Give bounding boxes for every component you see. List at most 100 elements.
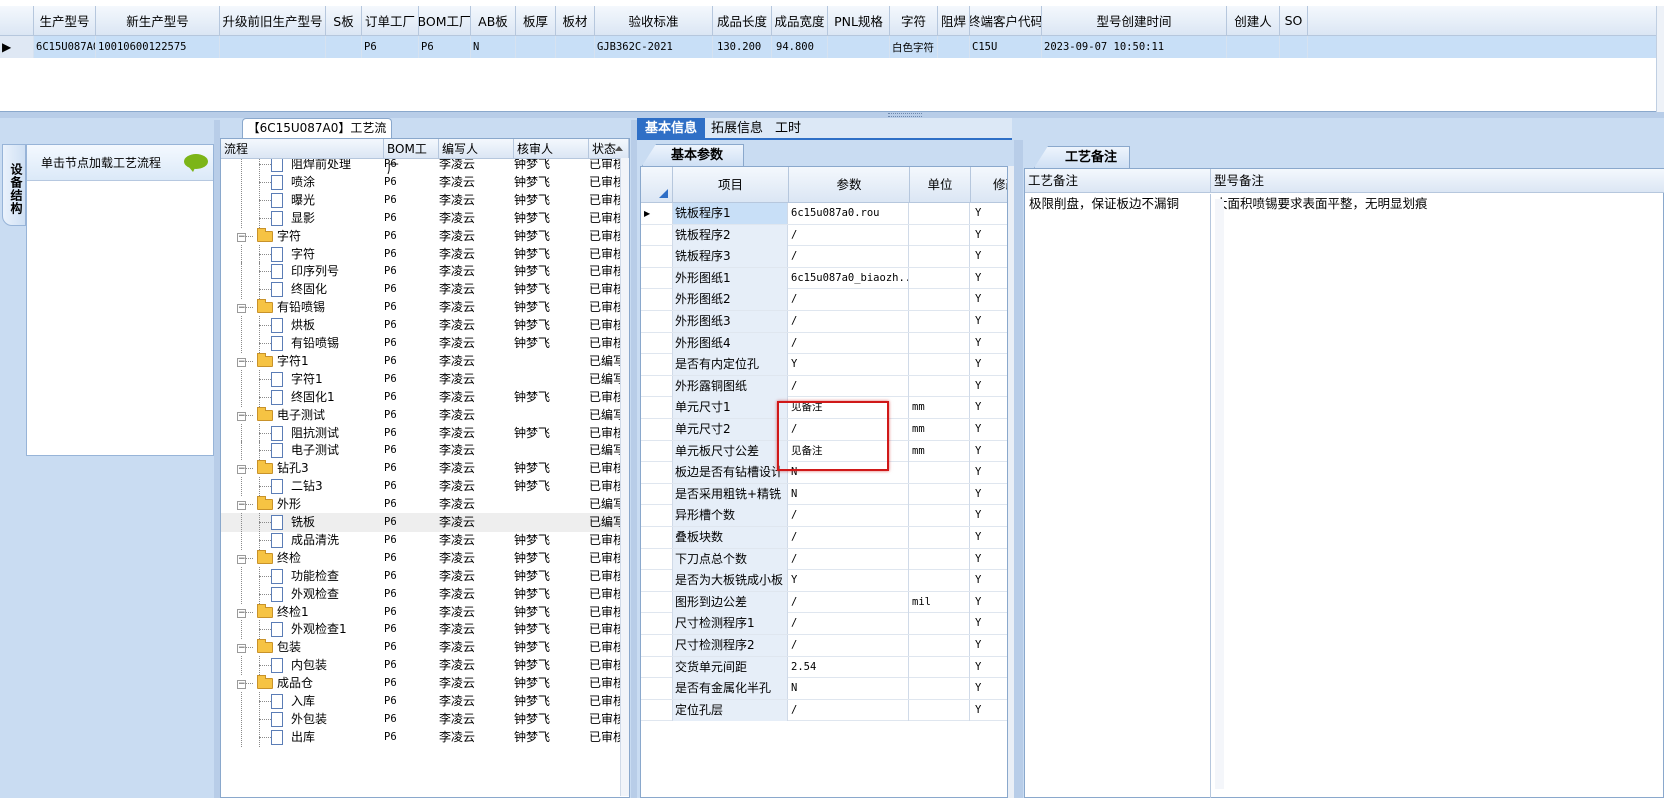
grid-cell[interactable] [1227,36,1280,58]
row-indicator[interactable] [641,635,673,656]
grid-cell[interactable]: N [471,36,516,58]
tree-row[interactable]: 出库 P6 李凌云 钟梦飞 已审核 [221,727,621,747]
collapse-toggle-icon[interactable]: − [237,411,246,421]
tree-col-header[interactable]: 编写人 [439,139,514,159]
col-header[interactable]: 创建人 [1227,6,1280,36]
col-header[interactable]: 字符 [890,6,938,36]
row-indicator[interactable] [641,419,673,440]
param-value[interactable]: / [789,548,909,570]
row-indicator[interactable] [641,570,673,592]
tree-row[interactable]: 外观检查1 P6 李凌云 钟梦飞 已审核 [221,620,621,640]
tree-row[interactable]: 外观检查 P6 李凌云 钟梦飞 已审核 [221,584,621,604]
params-col-header[interactable]: 单位 [910,167,971,203]
param-value[interactable]: 6c15u087a0.rou [789,203,909,224]
param-value[interactable]: / [789,311,909,332]
note-cell-scroll[interactable] [1215,199,1224,789]
params-col-header[interactable]: 参数 [789,167,910,203]
collapse-toggle-icon[interactable]: − [237,357,246,367]
col-header[interactable]: SO [1280,6,1308,36]
row-indicator[interactable] [641,699,673,721]
param-row[interactable]: 外形图纸2/ Y [641,289,1007,311]
param-value[interactable]: / [789,224,909,246]
param-row[interactable]: 是否有金属化半孔 N Y [641,678,1007,700]
param-value[interactable]: Y [789,570,909,592]
grid-cell[interactable]: 10010600122575 [96,36,220,58]
tree-row[interactable]: 有铅喷锡 P6 李凌云 钟梦飞 已审核 [221,334,621,353]
row-indicator[interactable] [641,613,673,635]
tab-process-notes[interactable]: 工艺备注 [1034,146,1130,168]
row-indicator[interactable] [641,289,673,311]
middle-splitter[interactable] [631,120,637,798]
tree-row[interactable]: 字符 P6 李凌云 钟梦飞 已审核 [221,244,621,264]
param-value[interactable]: / [789,246,909,268]
grid-cell[interactable] [556,36,595,58]
grid-cell[interactable]: 白色字符 [890,36,938,58]
tree-row[interactable]: 曝光 P6 李凌云 钟梦飞 已审核 [221,190,621,210]
grid-cell[interactable]: P6 [419,36,471,58]
param-value[interactable]: 6c15u087a0_biaozh... [789,267,909,289]
tree-row[interactable]: 喷涂 P6 李凌云 钟梦飞 已审核 [221,172,621,192]
param-row[interactable]: 外形图纸4/ Y [641,332,1007,355]
param-row[interactable]: 是否采用粗铣+精铣 N Y [641,483,1007,506]
row-indicator[interactable] [641,224,673,246]
row-indicator[interactable] [641,591,673,613]
tab-extended-info[interactable]: 拓展信息 [703,118,771,140]
tree-row[interactable]: 成品清洗 P6 李凌云 钟梦飞 已审核 [221,530,621,550]
tree-row[interactable]: 阻抗测试 P6 李凌云 钟梦飞 已审核 [221,423,621,443]
row-indicator[interactable]: ▶ [641,203,673,224]
param-row[interactable]: 叠板块数 / Y [641,527,1007,549]
tree-row[interactable]: − 有铅喷锡 P6 李凌云 钟梦飞 已审核 [221,298,621,317]
collapse-toggle-icon[interactable]: − [237,465,246,475]
tree-row[interactable]: − 包装 P6 李凌云 钟梦飞 已审核 [221,638,621,657]
tree-row[interactable]: 印序列号 P6 李凌云 钟梦飞 已审核 [221,262,621,282]
col-header[interactable]: 生产型号 [34,6,96,36]
splitter-grip-icon[interactable] [888,113,922,117]
grid-cell[interactable] [938,36,970,58]
param-row[interactable]: 尺寸检测程序1/ Y [641,613,1007,635]
tab-work-hours[interactable]: 工时 [767,118,809,140]
param-row[interactable]: 是否有内定位孔 Y Y [641,354,1007,376]
param-row[interactable]: 是否为大板铣成小板 Y Y [641,570,1007,592]
grid-cell[interactable]: 130.200 [713,36,772,58]
param-row[interactable]: 铣板程序3/ Y [641,246,1007,268]
param-row[interactable]: 图形到边公差 / mil Y [641,591,1007,614]
row-indicator[interactable] [641,527,673,548]
param-value[interactable]: / [789,635,909,656]
tab-basic-info[interactable]: 基本信息 [637,118,706,140]
process-tree-vscroll[interactable] [620,158,629,796]
grid-cell[interactable] [1280,36,1308,58]
row-indicator[interactable] [641,354,673,376]
grid-cell[interactable] [220,36,326,58]
param-row[interactable]: 尺寸检测程序2/ Y [641,635,1007,657]
row-indicator[interactable] [641,332,673,354]
tree-row[interactable]: − 钻孔3 P6 李凌云 钟梦飞 已审核 [221,459,621,478]
col-header[interactable]: 板材 [556,6,595,36]
param-value[interactable]: N [789,483,909,505]
row-indicator[interactable] [641,246,673,268]
row-indicator[interactable] [641,505,673,527]
tree-row[interactable]: 烘板 P6 李凌云 钟梦飞 已审核 [221,316,621,336]
model-grid-row[interactable]: ▶ 6C15U087A0 10010600122575 P6 P6 N GJB362C-20… [0,36,1656,58]
col-header[interactable]: PNL规格 [828,6,890,36]
param-row[interactable]: 交货单元间距 2.54 Y [641,656,1007,679]
model-note-cell[interactable]: 大面积喷锡要求表面平整，无明显划痕 [1211,194,1664,798]
col-header[interactable]: 阻焊 [938,6,970,36]
row-indicator[interactable] [641,397,673,419]
col-header[interactable]: 型号创建时间 [1042,6,1227,36]
col-process-note[interactable]: 工艺备注 [1025,169,1211,193]
grid-cell[interactable]: GJB362C-2021 [595,36,713,58]
process-note-cell[interactable]: 极限削盘，保证板边不漏铜 [1025,194,1211,798]
tree-col-header[interactable]: BOM工厂 [384,139,439,176]
col-header[interactable]: 升级前旧生产型号 [220,6,326,36]
tree-row[interactable]: − 外形 P6 李凌云 已编写 [221,495,621,514]
grid-cell[interactable] [516,36,556,58]
tree-col-header[interactable]: 流程 [221,139,384,159]
grid-cell[interactable]: P6 [362,36,419,58]
collapse-toggle-icon[interactable]: − [237,680,246,690]
param-value[interactable]: N [789,678,909,700]
tree-row[interactable]: 阻焊前处理 P6 李凌云 钟梦飞 已审核 [221,159,621,174]
tree-row[interactable]: 终固化 P6 李凌云 钟梦飞 已审核 [221,280,621,300]
param-value[interactable]: Y [789,354,909,376]
param-row[interactable]: 定位孔层 / Y [641,699,1007,722]
param-row[interactable]: 下刀点总个数 / Y [641,548,1007,571]
